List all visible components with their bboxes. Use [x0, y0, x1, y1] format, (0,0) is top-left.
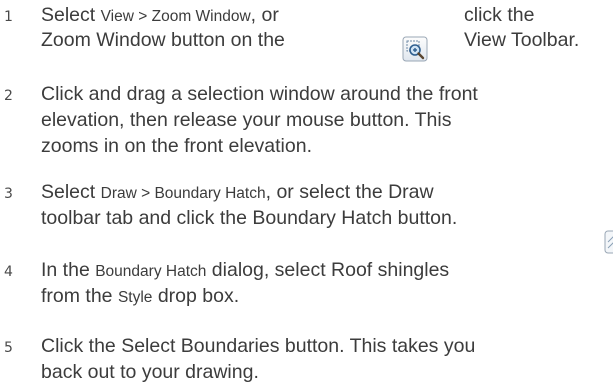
step-1-right-line-1: click the	[464, 4, 535, 26]
step-5-line-1: Click the Select Boundaries button. This…	[41, 335, 476, 357]
step-5-line-2: back out to your drawing.	[41, 361, 259, 383]
step-text: Select	[41, 4, 101, 26]
step-3-line-1: Select Draw > Boundary Hatch, or select …	[41, 180, 434, 206]
step-4-line-2: from the Style drop box.	[41, 284, 239, 310]
menu-path: View > Zoom Window	[100, 8, 251, 25]
step-number: 5	[4, 340, 13, 356]
step-text: drop box.	[152, 285, 240, 307]
dialog-name: Boundary Hatch	[95, 263, 207, 280]
step-1-line-2: Zoom Window button on the	[41, 29, 285, 51]
step-number: 1	[4, 9, 13, 25]
step-1-right-line-2: View Toolbar.	[464, 29, 580, 51]
step-number: 2	[4, 88, 13, 104]
menu-path: Draw > Boundary Hatch	[100, 185, 266, 202]
step-3-line-2: toolbar tab and click the Boundary Hatch…	[41, 207, 458, 229]
step-1-line-1: Select View > Zoom Window, or	[41, 3, 279, 29]
step-number: 4	[4, 264, 13, 280]
step-text: dialog, select Roof shingles	[206, 259, 450, 281]
step-4-line-1: In the Boundary Hatch dialog, select Roo…	[41, 258, 449, 284]
step-text: , or select the Draw	[265, 181, 434, 203]
step-text: Select	[41, 181, 101, 203]
step-number: 3	[4, 186, 13, 202]
step-text: , or	[250, 4, 279, 26]
step-2-line-1: Click and drag a selection window around…	[41, 83, 478, 105]
zoom-window-icon	[402, 36, 428, 62]
field-name: Style	[117, 289, 153, 306]
boundary-hatch-icon	[604, 230, 613, 254]
step-text: In the	[41, 259, 96, 281]
step-text: from the	[41, 285, 118, 307]
step-2-line-3: zooms in on the front elevation.	[41, 135, 312, 157]
step-2-line-2: elevation, then release your mouse butto…	[41, 109, 452, 131]
